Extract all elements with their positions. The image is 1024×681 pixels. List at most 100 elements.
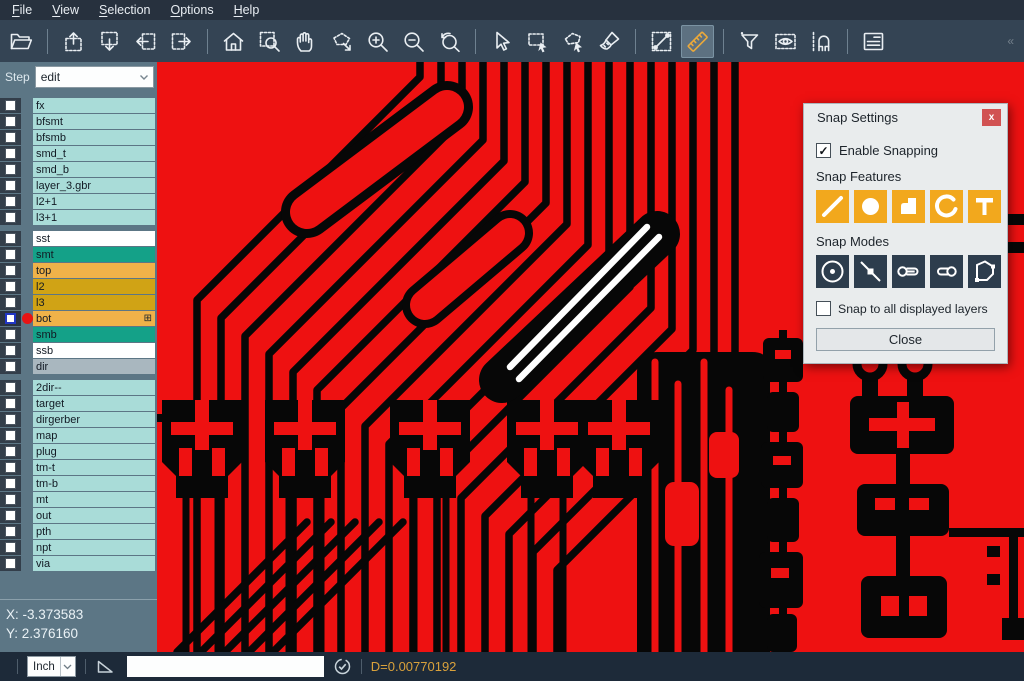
snap-mode-nearest-button[interactable]	[854, 255, 887, 288]
layer-row-map[interactable]: map	[0, 428, 157, 443]
snap-feature-text-button[interactable]	[968, 190, 1001, 223]
layer-visibility-checkbox[interactable]	[5, 382, 16, 393]
tool-pan-up[interactable]	[57, 25, 90, 58]
tool-snap-settings[interactable]	[805, 25, 838, 58]
tool-open-file[interactable]	[5, 25, 38, 58]
angle-icon[interactable]	[95, 658, 116, 675]
tool-zoom-window[interactable]	[253, 25, 286, 58]
layer-visibility-checkbox[interactable]	[5, 180, 16, 191]
tool-display-options[interactable]	[769, 25, 802, 58]
pcb-canvas[interactable]: Snap Settings x ✓ Enable Snapping Snap F…	[157, 62, 1024, 652]
layer-row-tm-t[interactable]: tm-t	[0, 460, 157, 475]
tool-zoom-polygon[interactable]	[325, 25, 358, 58]
tool-zoom-in[interactable]	[361, 25, 394, 58]
layer-row-pth[interactable]: pth	[0, 524, 157, 539]
snap-mode-center-button[interactable]	[816, 255, 849, 288]
tool-select-polygon[interactable]	[557, 25, 590, 58]
layer-row-2dir--[interactable]: 2dir--	[0, 380, 157, 395]
tool-filter[interactable]	[733, 25, 766, 58]
menu-options[interactable]: Options	[160, 2, 223, 18]
snap-mode-slot-button[interactable]	[930, 255, 963, 288]
layer-row-tm-b[interactable]: tm-b	[0, 476, 157, 491]
layer-row-smd_b[interactable]: smd_b	[0, 162, 157, 177]
layer-row-dir[interactable]: dir	[0, 359, 157, 374]
layer-visibility-checkbox[interactable]	[5, 265, 16, 276]
layer-visibility-checkbox[interactable]	[5, 494, 16, 505]
layer-visibility-checkbox[interactable]	[5, 212, 16, 223]
layer-visibility-checkbox[interactable]	[5, 558, 16, 569]
snap-feature-pad-button[interactable]	[854, 190, 887, 223]
tool-zoom-out[interactable]	[397, 25, 430, 58]
menu-file[interactable]: File	[2, 2, 42, 18]
snap-feature-surface-button[interactable]	[892, 190, 925, 223]
layer-visibility-checkbox[interactable]	[5, 462, 16, 473]
layer-visibility-checkbox[interactable]	[5, 430, 16, 441]
layer-visibility-checkbox[interactable]	[5, 361, 16, 372]
layer-row-fx[interactable]: fx	[0, 98, 157, 113]
layer-visibility-checkbox[interactable]	[5, 345, 16, 356]
layer-visibility-checkbox[interactable]	[5, 100, 16, 111]
snap-feature-line-button[interactable]	[816, 190, 849, 223]
layer-row-out[interactable]: out	[0, 508, 157, 523]
layer-row-smb[interactable]: smb	[0, 327, 157, 342]
tool-layer-panel[interactable]	[857, 25, 890, 58]
layer-visibility-checkbox[interactable]	[5, 398, 16, 409]
layer-visibility-checkbox[interactable]	[5, 132, 16, 143]
menu-view[interactable]: View	[42, 2, 89, 18]
tool-pan-left[interactable]	[129, 25, 162, 58]
close-button[interactable]: Close	[816, 328, 995, 351]
snap-mode-profile-button[interactable]	[968, 255, 1001, 288]
layer-visibility-checkbox[interactable]	[5, 281, 16, 292]
layer-row-bfsmb[interactable]: bfsmb	[0, 130, 157, 145]
layer-visibility-checkbox[interactable]	[5, 478, 16, 489]
layer-row-l3[interactable]: l3	[0, 295, 157, 310]
unit-select[interactable]: Inch	[27, 656, 76, 677]
snap-feature-arc-button[interactable]	[930, 190, 963, 223]
dialog-title-bar[interactable]: Snap Settings x	[804, 104, 1007, 131]
dialog-close-button[interactable]: x	[982, 109, 1001, 126]
layer-row-l3+1[interactable]: l3+1	[0, 210, 157, 225]
layer-row-smt[interactable]: smt	[0, 247, 157, 262]
layer-row-l2+1[interactable]: l2+1	[0, 194, 157, 209]
menu-help[interactable]: Help	[224, 2, 270, 18]
layer-row-via[interactable]: via	[0, 556, 157, 571]
layer-row-npt[interactable]: npt	[0, 540, 157, 555]
layer-row-plug[interactable]: plug	[0, 444, 157, 459]
tool-select-pointer[interactable]	[485, 25, 518, 58]
layer-visibility-checkbox[interactable]	[5, 297, 16, 308]
step-select[interactable]: edit	[35, 66, 154, 88]
tool-select-rectangle[interactable]	[521, 25, 554, 58]
layer-row-top[interactable]: top	[0, 263, 157, 278]
snap-mode-slot-h-button[interactable]	[892, 255, 925, 288]
layer-visibility-checkbox[interactable]	[5, 164, 16, 175]
tool-pan-hand[interactable]	[289, 25, 322, 58]
tool-zoom-home[interactable]	[217, 25, 250, 58]
layer-visibility-checkbox[interactable]	[5, 414, 16, 425]
circle-check-icon[interactable]	[333, 657, 352, 676]
layer-visibility-checkbox[interactable]	[5, 446, 16, 457]
layer-row-target[interactable]: target	[0, 396, 157, 411]
layer-visibility-checkbox[interactable]	[5, 329, 16, 340]
layer-visibility-checkbox[interactable]	[5, 542, 16, 553]
layer-row-l2[interactable]: l2	[0, 279, 157, 294]
menu-selection[interactable]: Selection	[89, 2, 160, 18]
layer-row-mt[interactable]: mt	[0, 492, 157, 507]
tool-pan-down[interactable]	[93, 25, 126, 58]
layer-row-ssb[interactable]: ssb	[0, 343, 157, 358]
tool-zoom-previous[interactable]	[433, 25, 466, 58]
layer-visibility-checkbox[interactable]	[5, 510, 16, 521]
all-layers-checkbox[interactable]: ✓	[816, 301, 831, 316]
enable-snapping-checkbox[interactable]: ✓	[816, 143, 831, 158]
layer-row-bfsmt[interactable]: bfsmt	[0, 114, 157, 129]
layer-row-layer_3.gbr[interactable]: layer_3.gbr	[0, 178, 157, 193]
tool-measure-distance[interactable]	[645, 25, 678, 58]
layer-visibility-checkbox[interactable]	[5, 196, 16, 207]
layer-visibility-checkbox[interactable]	[5, 233, 16, 244]
layer-visibility-checkbox[interactable]	[5, 526, 16, 537]
tool-pan-right[interactable]	[165, 25, 198, 58]
layer-visibility-checkbox[interactable]	[5, 249, 16, 260]
layer-row-sst[interactable]: sst	[0, 231, 157, 246]
tool-measure-ruler[interactable]	[681, 25, 714, 58]
layer-row-dirgerber[interactable]: dirgerber	[0, 412, 157, 427]
layer-visibility-checkbox[interactable]	[5, 148, 16, 159]
